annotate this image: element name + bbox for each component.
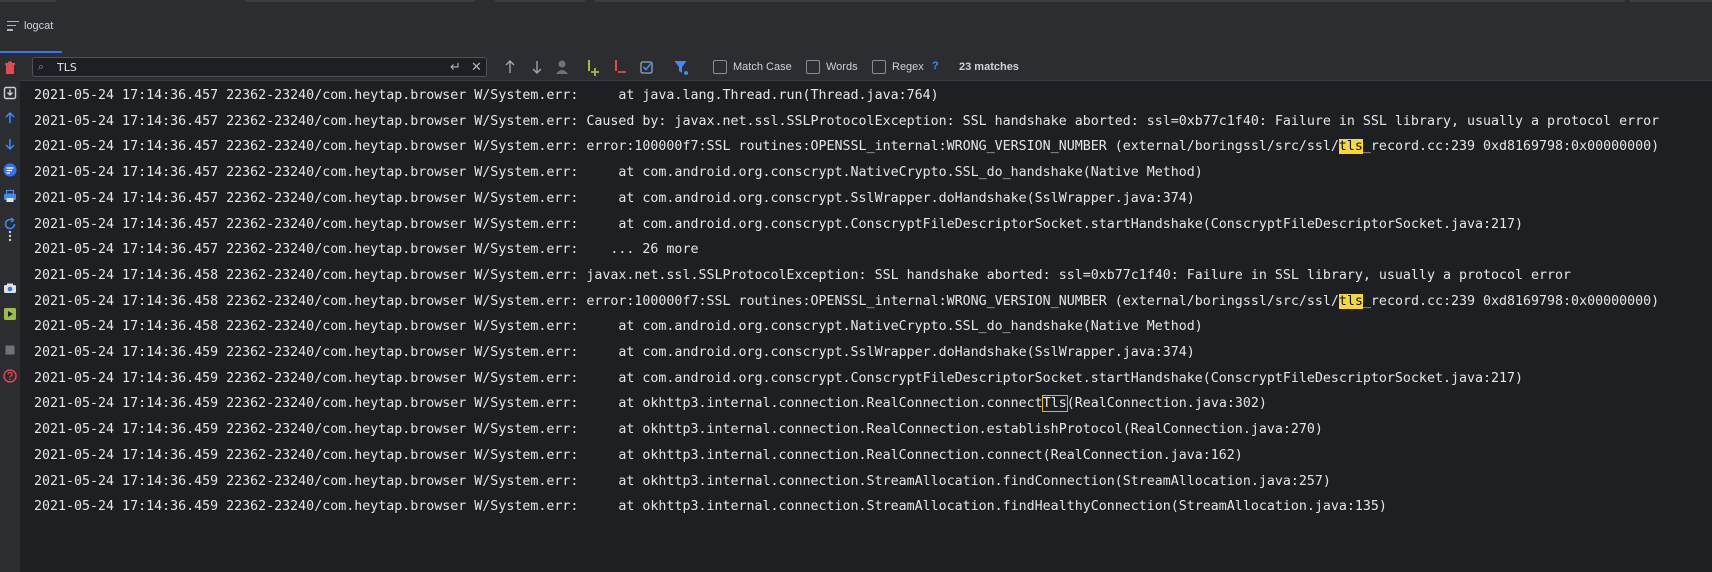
log-line: 2021-05-24 17:14:36.458 22362-23240/com.…	[34, 266, 1571, 286]
log-line: 2021-05-24 17:14:36.459 22362-23240/com.…	[34, 420, 1323, 440]
scroll-to-end-icon[interactable]	[3, 86, 17, 100]
header-divider	[1630, 0, 1712, 2]
filter-icon[interactable]	[673, 57, 689, 77]
log-text: 2021-05-24 17:14:36.457 22362-23240/com.…	[34, 88, 939, 103]
regex-label: Regex	[892, 61, 924, 73]
log-text: 2021-05-24 17:14:36.458 22362-23240/com.…	[34, 319, 1203, 335]
arrow-down-icon[interactable]	[3, 137, 17, 151]
log-output[interactable]: 2021-05-24 17:14:36.457 22362-23240/com.…	[20, 81, 1712, 572]
log-line: 2021-05-24 17:14:36.459 22362-23240/com.…	[34, 394, 1267, 414]
log-line: 2021-05-24 17:14:36.457 22362-23240/com.…	[34, 240, 698, 260]
log-text: 2021-05-24 17:14:36.459 22362-23240/com.…	[34, 396, 1043, 412]
log-text: _record.cc:239 0xd8169798:0x00000000)	[1362, 139, 1660, 155]
soft-wrap-icon[interactable]	[3, 163, 17, 177]
search-match-highlight: tls	[1338, 139, 1363, 155]
help-icon[interactable]	[3, 369, 17, 383]
clear-search-icon[interactable]: ✕	[471, 59, 482, 75]
log-line: 2021-05-24 17:14:36.457 22362-23240/com.…	[34, 189, 1195, 209]
log-text: (RealConnection.java:302)	[1066, 396, 1267, 412]
match-case-checkbox[interactable]	[713, 60, 727, 74]
more-options-icon[interactable]	[3, 229, 17, 243]
log-text: 2021-05-24 17:14:36.459 22362-23240/com.…	[34, 499, 1387, 515]
remove-occurrence-icon[interactable]	[613, 57, 629, 77]
header-divider	[595, 0, 1625, 2]
search-match-highlight: tls	[1338, 293, 1363, 309]
log-line: 2021-05-24 17:14:36.457 22362-23240/com.…	[34, 163, 1203, 183]
log-text: 2021-05-24 17:14:36.457 22362-23240/com.…	[34, 165, 1203, 181]
camera-icon[interactable]	[3, 281, 17, 295]
log-line: 2021-05-24 17:14:36.459 22362-23240/com.…	[34, 497, 1387, 517]
log-line: 2021-05-24 17:14:36.459 22362-23240/com.…	[34, 369, 1523, 389]
tab-label: logcat	[24, 19, 54, 32]
print-icon[interactable]	[3, 189, 17, 203]
log-text: 2021-05-24 17:14:36.457 22362-23240/com.…	[34, 190, 1195, 206]
log-text: 2021-05-24 17:14:36.459 22362-23240/com.…	[34, 345, 1195, 360]
arrow-up-icon[interactable]	[3, 111, 17, 125]
next-match-icon[interactable]	[530, 57, 544, 77]
stop-icon[interactable]	[3, 343, 17, 357]
log-text: 2021-05-24 17:14:36.457 22362-23240/com.…	[34, 113, 1660, 129]
search-toolbar: ⌕ ↵ ✕	[20, 53, 1712, 81]
log-line: 2021-05-24 17:14:36.457 22362-23240/com.…	[34, 86, 939, 106]
trash-icon[interactable]	[3, 61, 17, 75]
search-history-icon[interactable]: ↵	[450, 59, 461, 75]
log-text: _record.cc:239 0xd8169798:0x00000000)	[1362, 293, 1660, 309]
log-line: 2021-05-24 17:14:36.459 22362-23240/com.…	[34, 446, 1243, 466]
screen-record-icon[interactable]	[3, 307, 17, 321]
match-count: 23 matches	[959, 61, 1019, 73]
search-match-highlight: Tls	[1041, 395, 1068, 413]
regex-help-icon[interactable]: ?	[932, 60, 939, 72]
log-line: 2021-05-24 17:14:36.457 22362-23240/com.…	[34, 112, 1659, 132]
user-filter-icon[interactable]	[554, 57, 570, 77]
log-line: 2021-05-24 17:14:36.458 22362-23240/com.…	[34, 292, 1659, 312]
search-icon[interactable]: ⌕	[38, 61, 52, 73]
log-text: 2021-05-24 17:14:36.459 22362-23240/com.…	[34, 447, 1243, 463]
log-line: 2021-05-24 17:14:36.459 22362-23240/com.…	[34, 343, 1195, 363]
previous-match-icon[interactable]	[503, 57, 517, 77]
log-line: 2021-05-24 17:14:36.458 22362-23240/com.…	[34, 317, 1203, 337]
add-occurrence-icon[interactable]	[586, 57, 602, 77]
log-text: 2021-05-24 17:14:36.459 22362-23240/com.…	[34, 370, 1524, 386]
search-input[interactable]	[57, 59, 437, 75]
log-text: 2021-05-24 17:14:36.457 22362-23240/com.…	[34, 216, 1524, 232]
lines-icon	[7, 20, 19, 31]
left-toolbar	[0, 53, 20, 572]
header-divider	[245, 0, 475, 2]
search-box: ⌕ ↵ ✕	[32, 57, 487, 77]
match-case-label: Match Case	[733, 61, 792, 73]
words-label: Words	[826, 61, 858, 73]
log-text: 2021-05-24 17:14:36.457 22362-23240/com.…	[34, 139, 1339, 155]
log-text: 2021-05-24 17:14:36.458 22362-23240/com.…	[34, 267, 1572, 283]
log-text: 2021-05-24 17:14:36.458 22362-23240/com.…	[34, 293, 1339, 309]
log-line: 2021-05-24 17:14:36.457 22362-23240/com.…	[34, 137, 1659, 157]
tool-window-header: logcat	[0, 0, 1712, 53]
regex-checkbox[interactable]	[872, 60, 886, 74]
log-text: 2021-05-24 17:14:36.457 22362-23240/com.…	[34, 242, 699, 258]
select-all-occurrences-icon[interactable]	[639, 57, 655, 77]
log-text: 2021-05-24 17:14:36.459 22362-23240/com.…	[34, 473, 1331, 489]
header-divider	[495, 0, 585, 2]
log-line: 2021-05-24 17:14:36.457 22362-23240/com.…	[34, 215, 1523, 235]
log-line: 2021-05-24 17:14:36.459 22362-23240/com.…	[34, 472, 1331, 492]
tab-logcat[interactable]: logcat	[0, 0, 62, 53]
words-checkbox[interactable]	[806, 60, 820, 74]
log-text: 2021-05-24 17:14:36.459 22362-23240/com.…	[34, 422, 1323, 438]
